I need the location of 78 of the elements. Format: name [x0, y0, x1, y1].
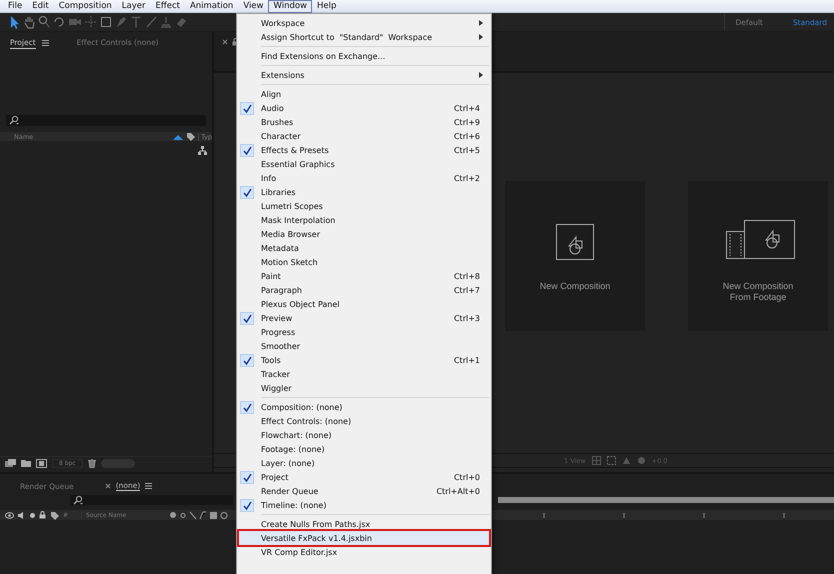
- region-icon[interactable]: [606, 456, 616, 465]
- menu-icon[interactable]: [42, 39, 49, 47]
- menu-item[interactable]: Project Ctrl+0: [239, 470, 489, 484]
- menu-item[interactable]: Mask Interpolation: [239, 213, 489, 227]
- menu-item[interactable]: Effects & Presets Ctrl+5: [239, 143, 489, 157]
- search-icon: [73, 494, 84, 506]
- menu-item[interactable]: View: [238, 0, 268, 12]
- sort-arrow-icon[interactable]: [173, 134, 184, 140]
- card-label: New Composition: [540, 281, 610, 292]
- flowchart-icon: [198, 146, 207, 155]
- menu-item[interactable]: Effect: [150, 0, 185, 12]
- menu-item[interactable]: Help: [312, 0, 342, 12]
- close-icon[interactable]: [222, 39, 228, 45]
- menu-item[interactable]: File: [3, 0, 28, 12]
- composition-icon[interactable]: [36, 458, 47, 468]
- search-field[interactable]: [6, 115, 206, 126]
- menu-item[interactable]: Paragraph Ctrl+7: [239, 283, 489, 297]
- hand-icon[interactable]: [23, 15, 35, 29]
- menu-item[interactable]: Info Ctrl+2: [239, 171, 489, 185]
- menu-item[interactable]: Extensions: [239, 68, 489, 82]
- menu-item[interactable]: Create Nulls From Paths.jsx: [239, 517, 489, 531]
- submenu-arrow-icon: [479, 34, 483, 40]
- lock-icon[interactable]: [39, 511, 46, 519]
- menu-item[interactable]: Paint Ctrl+8: [239, 269, 489, 283]
- interpret-footage-icon[interactable]: [5, 458, 16, 468]
- solo-dot-icon[interactable]: [30, 512, 35, 518]
- menu-item[interactable]: Wiggler: [239, 381, 489, 395]
- menu-item[interactable]: Composition: [54, 0, 117, 12]
- menu-item[interactable]: VR Comp Editor.jsx: [239, 545, 489, 559]
- menu-icon[interactable]: [145, 482, 152, 490]
- rotate-icon[interactable]: [53, 15, 65, 29]
- menu-item[interactable]: Preview Ctrl+3: [239, 311, 489, 325]
- menu-item[interactable]: Composition: (none): [239, 400, 489, 414]
- menu-item[interactable]: Plexus Object Panel: [239, 297, 489, 311]
- switches-icon[interactable]: [170, 510, 230, 520]
- speaker-icon[interactable]: [18, 512, 26, 518]
- menu-item[interactable]: Lumetri Scopes: [239, 199, 489, 213]
- menu-item[interactable]: Effect Controls: (none): [239, 414, 489, 428]
- search-field[interactable]: [70, 495, 233, 505]
- menu-item[interactable]: Align: [239, 87, 489, 101]
- menu-item[interactable]: Layer: (none): [239, 456, 489, 470]
- menu-item[interactable]: Media Browser: [239, 227, 489, 241]
- composition-card[interactable]: New Composition From Footage: [688, 181, 828, 331]
- menu-item[interactable]: Smoother: [239, 339, 489, 353]
- menu-item[interactable]: Edit: [27, 0, 54, 12]
- composition-card[interactable]: New Composition: [505, 181, 645, 331]
- menu-item[interactable]: Essential Graphics: [239, 157, 489, 171]
- menu-item[interactable]: Metadata: [239, 241, 489, 255]
- eye-icon[interactable]: [5, 512, 14, 518]
- zoom-icon[interactable]: [38, 15, 50, 29]
- menu-item[interactable]: Versatile FxPack v1.4.jsxbin: [239, 531, 489, 545]
- menu-item[interactable]: Brushes Ctrl+9: [239, 115, 489, 129]
- menu-item[interactable]: Window: [268, 0, 312, 12]
- menu-item[interactable]: Character Ctrl+6: [239, 129, 489, 143]
- close-icon[interactable]: [104, 483, 111, 489]
- search-icon: [9, 115, 20, 126]
- folder-icon[interactable]: [21, 459, 31, 467]
- submenu-arrow-icon: [479, 72, 483, 78]
- menu-item[interactable]: Animation: [184, 0, 238, 12]
- menu-item[interactable]: Flowchart: (none): [239, 428, 489, 442]
- card-label: New Composition From Footage: [722, 281, 794, 303]
- menu-item[interactable]: Tracker: [239, 367, 489, 381]
- menu-item[interactable]: Tools Ctrl+1: [239, 353, 489, 367]
- trash-icon[interactable]: [88, 458, 96, 468]
- menu-item[interactable]: Motion Sketch: [239, 255, 489, 269]
- menu-item[interactable]: Workspace: [239, 16, 489, 30]
- menu-item[interactable]: Progress: [239, 325, 489, 339]
- menu-item[interactable]: Render Queue Ctrl+Alt+0: [239, 484, 489, 498]
- submenu-arrow-icon: [479, 20, 483, 26]
- tag-icon[interactable]: [50, 510, 59, 520]
- tag-icon[interactable]: [186, 132, 196, 141]
- menu-item[interactable]: Footage: (none): [239, 442, 489, 456]
- menu-item[interactable]: Audio Ctrl+4: [239, 101, 489, 115]
- selection-arrow-icon[interactable]: [8, 15, 20, 29]
- rectangle-icon[interactable]: [100, 15, 112, 29]
- menu-item[interactable]: Layer: [116, 0, 150, 12]
- menu-item[interactable]: Timeline: (none): [239, 498, 489, 512]
- menu-item[interactable]: Libraries: [239, 185, 489, 199]
